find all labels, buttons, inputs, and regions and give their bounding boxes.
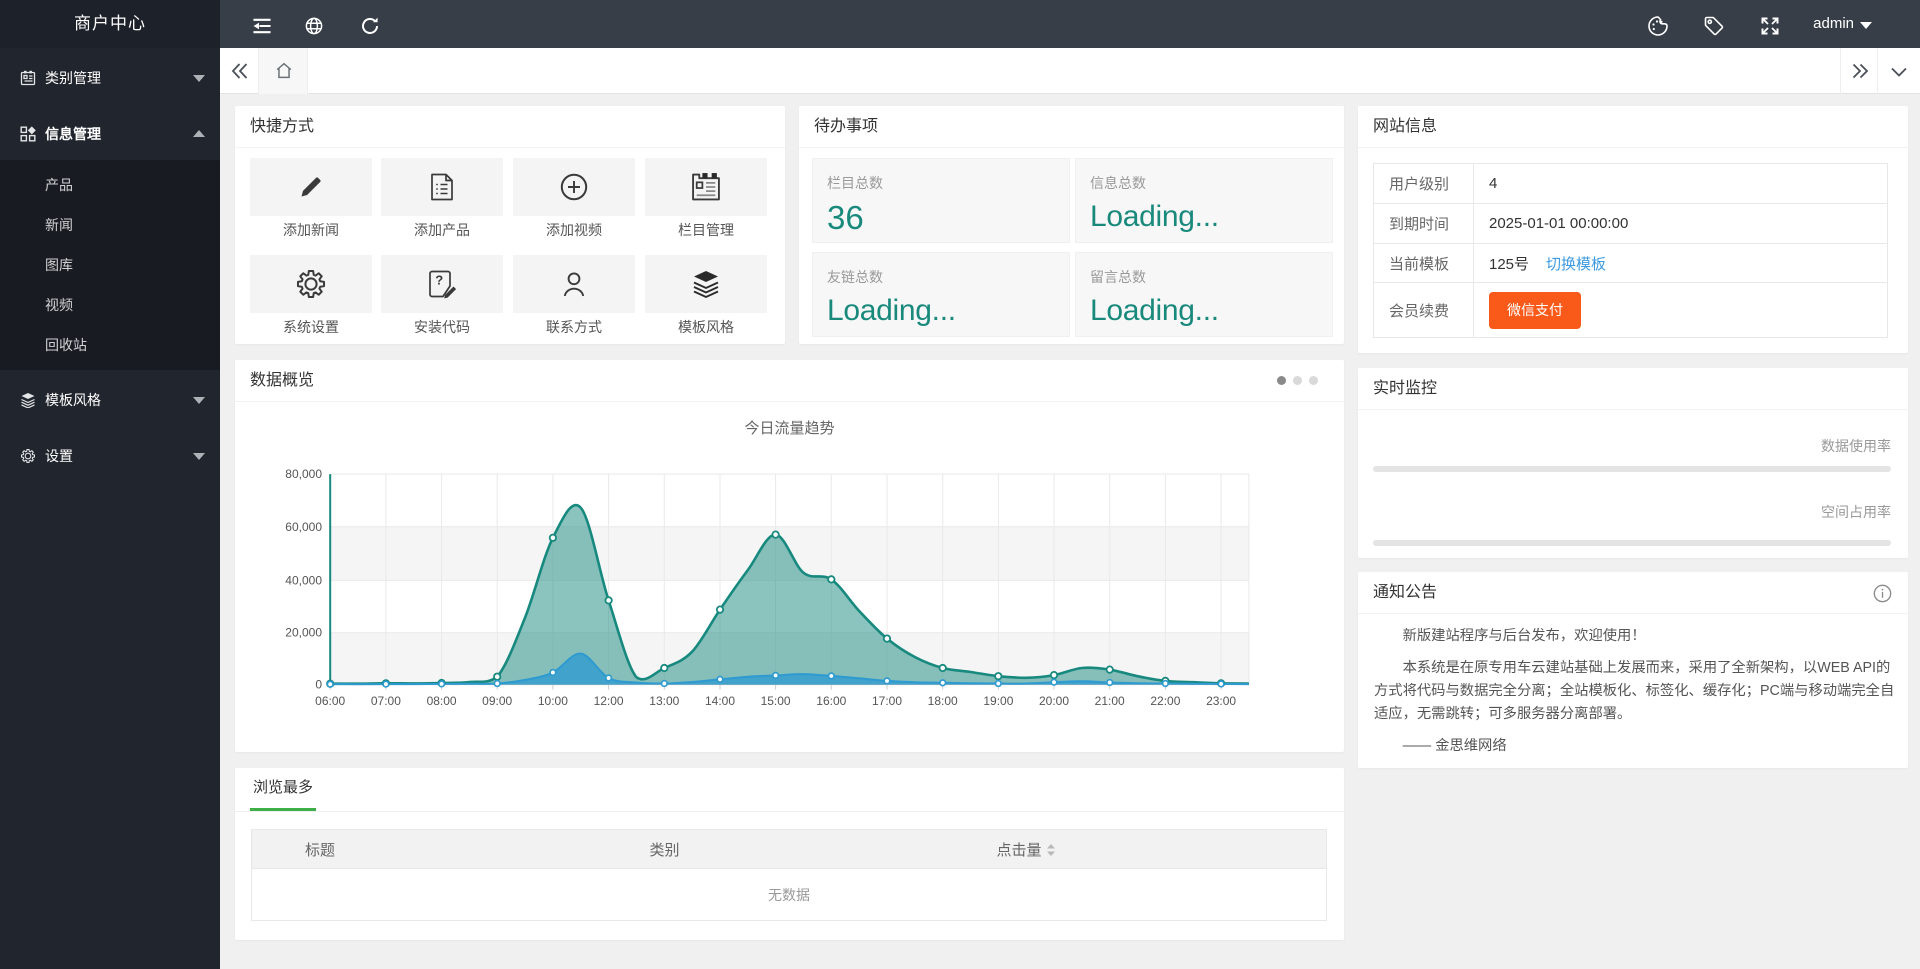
svg-text:20:00: 20:00 xyxy=(1039,694,1069,708)
svg-text:17:00: 17:00 xyxy=(872,694,902,708)
svg-text:16:00: 16:00 xyxy=(816,694,846,708)
svg-text:14:00: 14:00 xyxy=(705,694,735,708)
svg-text:13:00: 13:00 xyxy=(649,694,679,708)
svg-text:23:00: 23:00 xyxy=(1206,694,1236,708)
svg-text:21:00: 21:00 xyxy=(1095,694,1125,708)
svg-text:?: ? xyxy=(435,273,443,288)
svg-text:20,000: 20,000 xyxy=(285,626,322,640)
svg-text:10:00: 10:00 xyxy=(538,694,568,708)
svg-text:15:00: 15:00 xyxy=(761,694,791,708)
svg-text:07:00: 07:00 xyxy=(371,694,401,708)
svg-text:60,000: 60,000 xyxy=(285,520,322,534)
svg-text:40,000: 40,000 xyxy=(285,573,322,587)
svg-text:09:00: 09:00 xyxy=(482,694,512,708)
svg-text:18:00: 18:00 xyxy=(928,694,958,708)
svg-text:22:00: 22:00 xyxy=(1150,694,1180,708)
svg-text:06:00: 06:00 xyxy=(315,694,345,708)
svg-text:80,000: 80,000 xyxy=(285,467,322,481)
svg-text:08:00: 08:00 xyxy=(427,694,457,708)
svg-text:12:00: 12:00 xyxy=(594,694,624,708)
svg-text:19:00: 19:00 xyxy=(983,694,1013,708)
svg-text:0: 0 xyxy=(315,678,322,692)
